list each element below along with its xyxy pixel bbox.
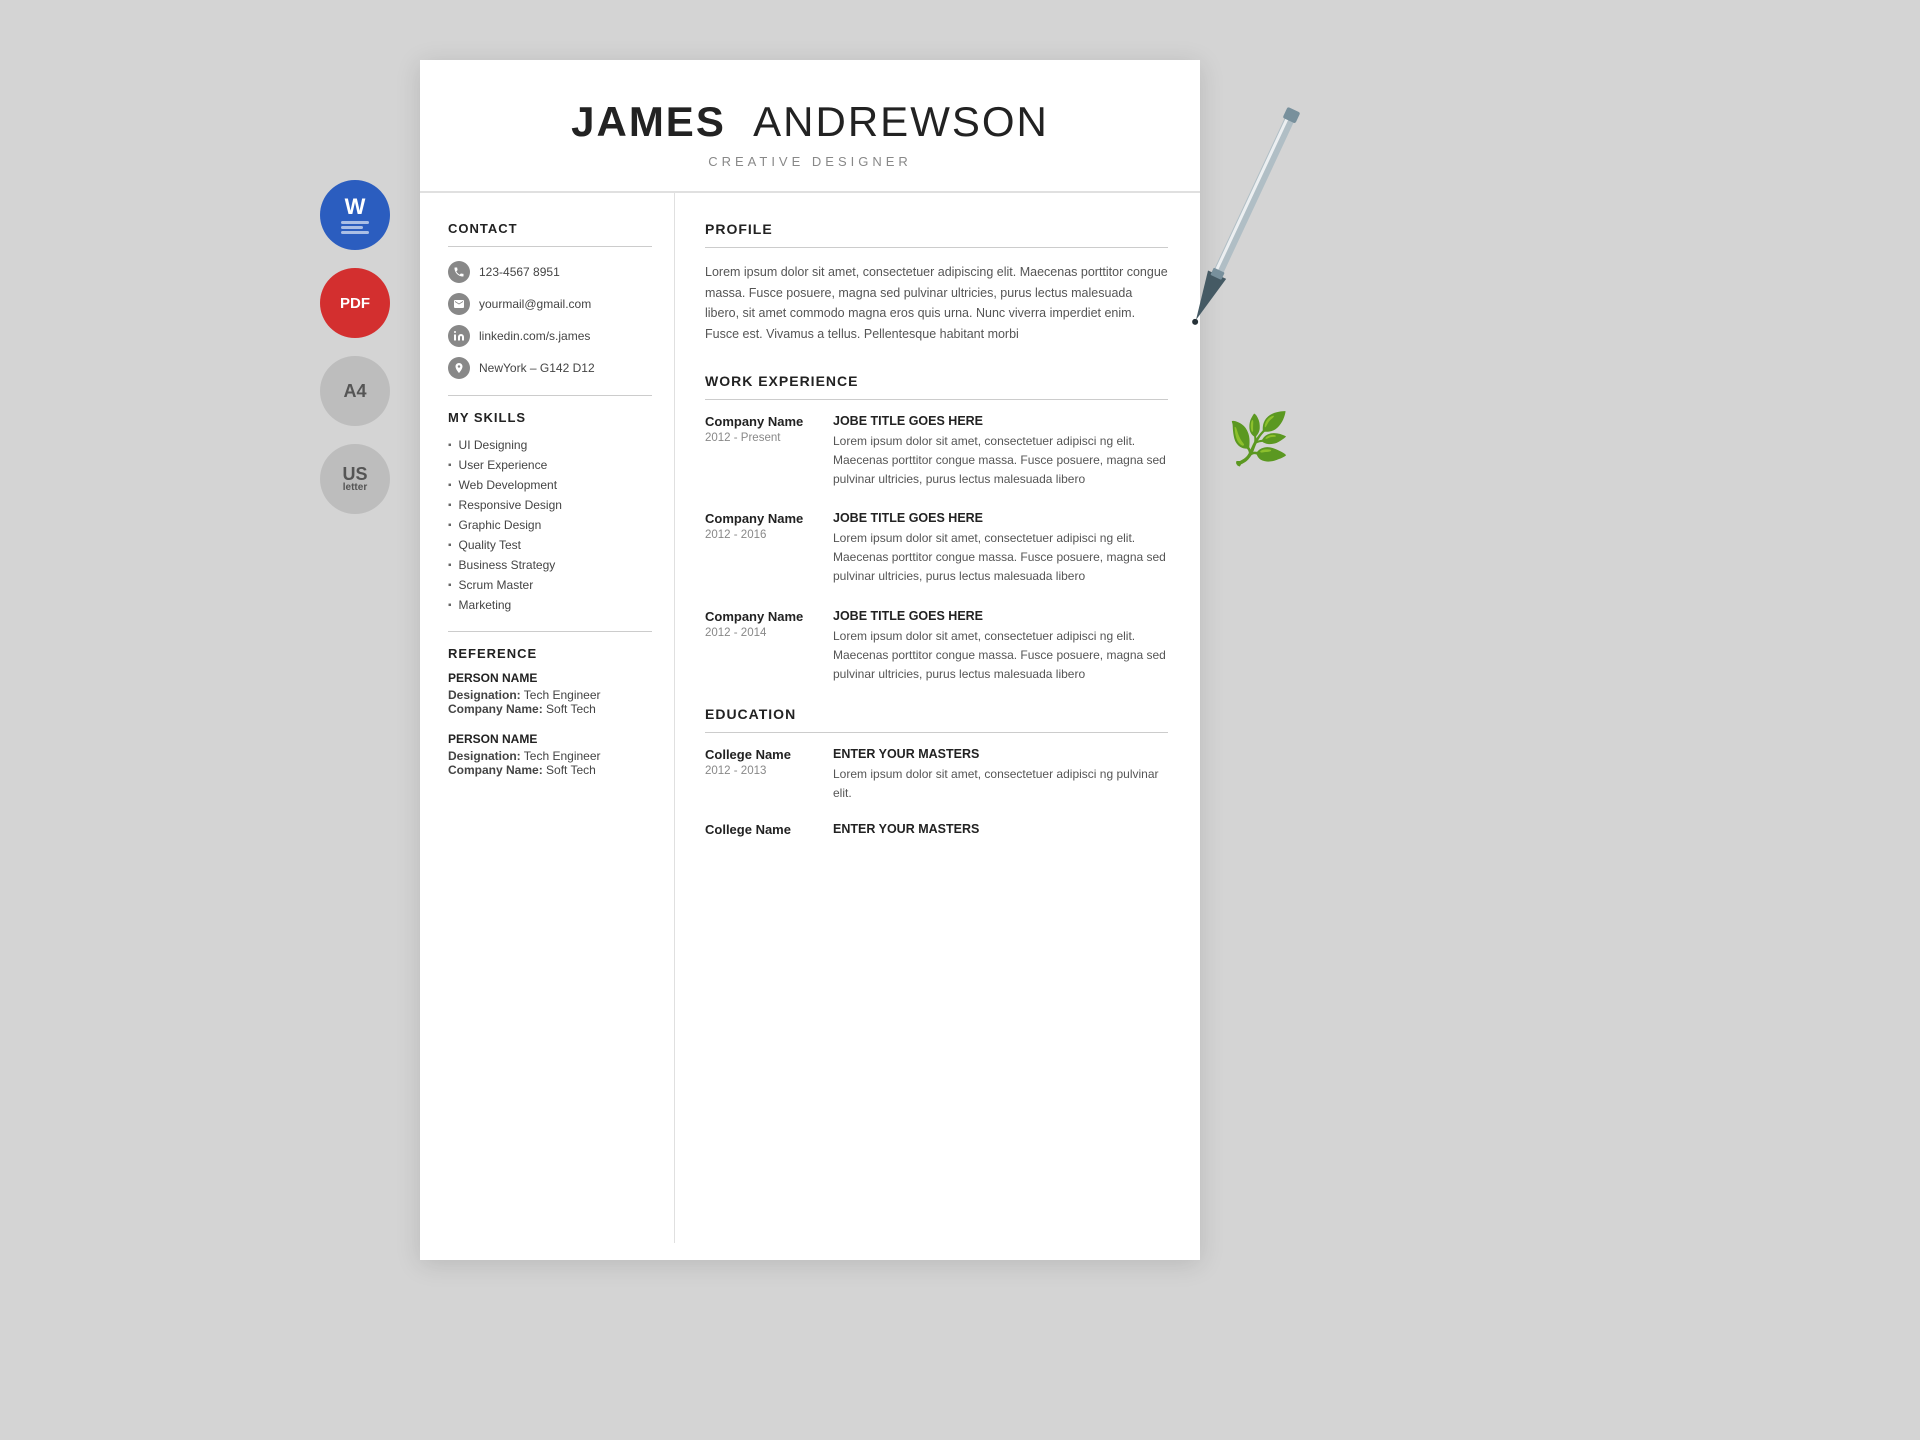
contact-email: yourmail@gmail.com bbox=[448, 293, 652, 315]
edu-entry-1: College Name 2012 - 2013 ENTER YOUR MAST… bbox=[705, 747, 1168, 803]
skill-item: Graphic Design bbox=[448, 515, 652, 535]
reference-top-divider bbox=[448, 631, 652, 632]
reference-1-company: Company Name: Soft Tech bbox=[448, 702, 652, 716]
pen-decoration bbox=[1185, 90, 1296, 370]
skills-section-title: MY SKILLS bbox=[448, 410, 652, 425]
contact-section-title: CONTACT bbox=[448, 221, 652, 236]
skill-item: Business Strategy bbox=[448, 555, 652, 575]
education-divider bbox=[705, 732, 1168, 733]
word-icon-label: W bbox=[345, 196, 366, 218]
work-meta-1: Company Name 2012 - Present bbox=[705, 414, 815, 490]
skill-item: Quality Test bbox=[448, 535, 652, 555]
edu-content-1: ENTER YOUR MASTERS Lorem ipsum dolor sit… bbox=[833, 747, 1168, 803]
us-letter-icon[interactable]: US letter bbox=[320, 444, 390, 514]
profile-divider bbox=[705, 247, 1168, 248]
work-content-2: JOBE TITLE GOES HERE Lorem ipsum dolor s… bbox=[833, 511, 1168, 587]
word-icon[interactable]: W bbox=[320, 180, 390, 250]
reference-section-title: REFERENCE bbox=[448, 646, 652, 661]
reference-2-name: PERSON NAME bbox=[448, 732, 652, 746]
work-entry-2: Company Name 2012 - 2016 JOBE TITLE GOES… bbox=[705, 511, 1168, 587]
education-section-title: EDUCATION bbox=[705, 706, 1168, 722]
edu-dates-1: 2012 - 2013 bbox=[705, 765, 815, 777]
candidate-name: JAMES ANDREWSON bbox=[460, 98, 1160, 146]
location-value: NewYork – G142 D12 bbox=[479, 361, 595, 375]
candidate-title: CREATIVE DESIGNER bbox=[460, 154, 1160, 169]
profile-text: Lorem ipsum dolor sit amet, consectetuer… bbox=[705, 262, 1168, 345]
phone-icon bbox=[448, 261, 470, 283]
work-dates-1: 2012 - Present bbox=[705, 432, 815, 444]
resume-document: JAMES ANDREWSON CREATIVE DESIGNER CONTAC… bbox=[420, 60, 1200, 1260]
work-jobtitle-3: JOBE TITLE GOES HERE bbox=[833, 609, 1168, 623]
a4-icon[interactable]: A4 bbox=[320, 356, 390, 426]
work-desc-2: Lorem ipsum dolor sit amet, consectetuer… bbox=[833, 529, 1168, 587]
skill-item: Scrum Master bbox=[448, 575, 652, 595]
edu-meta-2: College Name bbox=[705, 822, 815, 840]
reference-1-designation: Designation: Tech Engineer bbox=[448, 688, 652, 702]
work-dates-2: 2012 - 2016 bbox=[705, 529, 815, 541]
resume-header: JAMES ANDREWSON CREATIVE DESIGNER bbox=[420, 60, 1200, 193]
edu-school-1: College Name bbox=[705, 747, 815, 762]
plant-decoration: 🌿 bbox=[1228, 410, 1290, 469]
contact-linkedin: linkedin.com/s.james bbox=[448, 325, 652, 347]
reference-2-company: Company Name: Soft Tech bbox=[448, 763, 652, 777]
right-decoration: 🌿 bbox=[1220, 90, 1260, 369]
email-icon bbox=[448, 293, 470, 315]
edu-school-2: College Name bbox=[705, 822, 815, 837]
work-entry-1: Company Name 2012 - Present JOBE TITLE G… bbox=[705, 414, 1168, 490]
edu-content-2: ENTER YOUR MASTERS bbox=[833, 822, 979, 840]
reference-2-designation: Designation: Tech Engineer bbox=[448, 749, 652, 763]
edu-meta-1: College Name 2012 - 2013 bbox=[705, 747, 815, 803]
profile-section-title: PROFILE bbox=[705, 221, 1168, 237]
resume-left-column: CONTACT 123-4567 8951 yourmail@gmail.com bbox=[420, 193, 675, 1243]
contact-location: NewYork – G142 D12 bbox=[448, 357, 652, 379]
reference-1: PERSON NAME Designation: Tech Engineer C… bbox=[448, 671, 652, 716]
resume-body: CONTACT 123-4567 8951 yourmail@gmail.com bbox=[420, 193, 1200, 1243]
work-desc-1: Lorem ipsum dolor sit amet, consectetuer… bbox=[833, 432, 1168, 490]
skill-item: User Experience bbox=[448, 455, 652, 475]
work-entry-3: Company Name 2012 - 2014 JOBE TITLE GOES… bbox=[705, 609, 1168, 685]
edu-degree-1: ENTER YOUR MASTERS bbox=[833, 747, 1168, 761]
contact-divider bbox=[448, 246, 652, 247]
pdf-icon[interactable]: PDF bbox=[320, 268, 390, 338]
left-icons: W PDF A4 US letter bbox=[320, 60, 390, 514]
work-content-3: JOBE TITLE GOES HERE Lorem ipsum dolor s… bbox=[833, 609, 1168, 685]
work-meta-3: Company Name 2012 - 2014 bbox=[705, 609, 815, 685]
resume-right-column: PROFILE Lorem ipsum dolor sit amet, cons… bbox=[675, 193, 1200, 1243]
skill-item: Web Development bbox=[448, 475, 652, 495]
skills-top-divider bbox=[448, 395, 652, 396]
edu-entry-2: College Name ENTER YOUR MASTERS bbox=[705, 822, 1168, 840]
email-value: yourmail@gmail.com bbox=[479, 297, 591, 311]
us-sub-label: letter bbox=[343, 483, 367, 493]
work-desc-3: Lorem ipsum dolor sit amet, consectetuer… bbox=[833, 627, 1168, 685]
work-section-title: WORK EXPERIENCE bbox=[705, 373, 1168, 389]
skill-item: UI Designing bbox=[448, 435, 652, 455]
reference-1-name: PERSON NAME bbox=[448, 671, 652, 685]
reference-2: PERSON NAME Designation: Tech Engineer C… bbox=[448, 732, 652, 777]
work-company-3: Company Name bbox=[705, 609, 815, 624]
work-company-1: Company Name bbox=[705, 414, 815, 429]
first-name: JAMES bbox=[571, 98, 726, 145]
pdf-icon-label: PDF bbox=[340, 295, 370, 312]
linkedin-value: linkedin.com/s.james bbox=[479, 329, 590, 343]
edu-degree-2: ENTER YOUR MASTERS bbox=[833, 822, 979, 836]
location-icon bbox=[448, 357, 470, 379]
work-dates-3: 2012 - 2014 bbox=[705, 627, 815, 639]
work-company-2: Company Name bbox=[705, 511, 815, 526]
work-divider bbox=[705, 399, 1168, 400]
work-jobtitle-2: JOBE TITLE GOES HERE bbox=[833, 511, 1168, 525]
page-wrapper: W PDF A4 US letter JAMES bbox=[320, 60, 1600, 1260]
skills-list: UI Designing User Experience Web Develop… bbox=[448, 435, 652, 615]
last-name: ANDREWSON bbox=[753, 98, 1049, 145]
work-content-1: JOBE TITLE GOES HERE Lorem ipsum dolor s… bbox=[833, 414, 1168, 490]
a4-label: A4 bbox=[343, 381, 366, 402]
linkedin-icon bbox=[448, 325, 470, 347]
work-jobtitle-1: JOBE TITLE GOES HERE bbox=[833, 414, 1168, 428]
edu-desc-1: Lorem ipsum dolor sit amet, consectetuer… bbox=[833, 765, 1168, 803]
us-label: US bbox=[342, 465, 367, 483]
skill-item: Marketing bbox=[448, 595, 652, 615]
contact-phone: 123-4567 8951 bbox=[448, 261, 652, 283]
phone-value: 123-4567 8951 bbox=[479, 265, 560, 279]
skill-item: Responsive Design bbox=[448, 495, 652, 515]
work-meta-2: Company Name 2012 - 2016 bbox=[705, 511, 815, 587]
